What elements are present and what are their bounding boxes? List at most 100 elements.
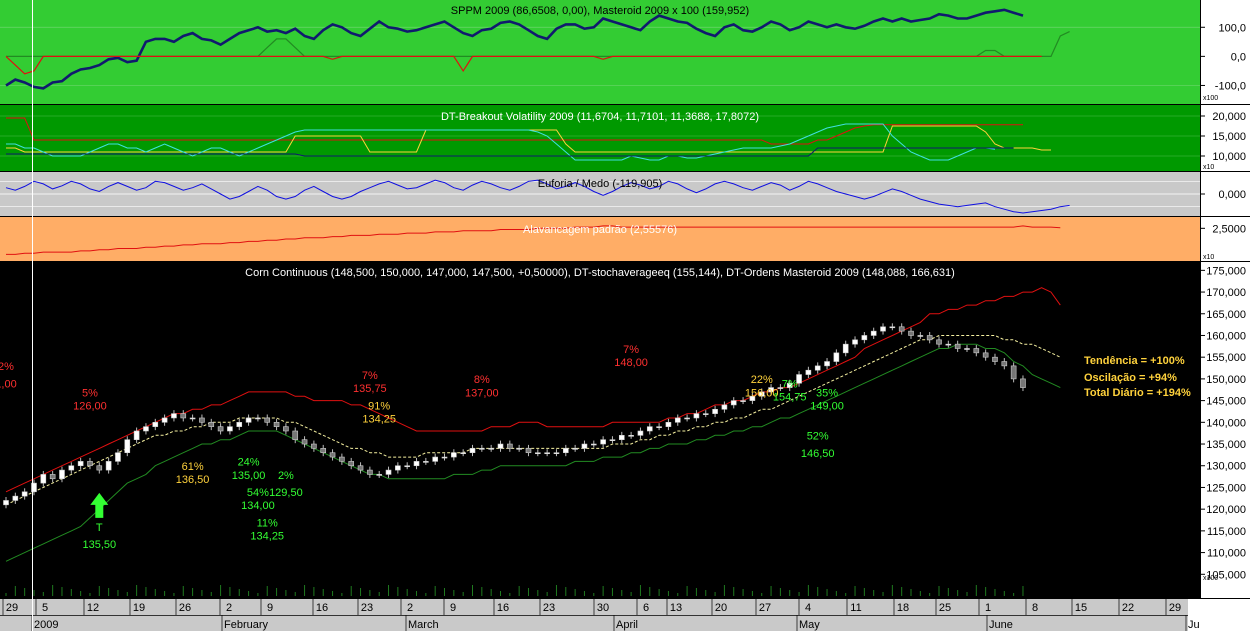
- candle-body: [665, 422, 672, 427]
- candle-body: [395, 465, 401, 471]
- y-tick-label: 175,000: [1206, 265, 1246, 277]
- trade-annotation: 8%: [474, 374, 490, 386]
- x-tick-label: 30: [597, 602, 609, 614]
- candle-body: [348, 461, 355, 467]
- candle-body: [255, 417, 261, 420]
- candle-body: [161, 417, 168, 423]
- trade-annotation: 146,50: [801, 448, 835, 460]
- y-tick-label: 160,000: [1206, 330, 1246, 342]
- leverage-multiplier: x10: [1203, 254, 1214, 261]
- x-tick-label: 15: [1075, 602, 1087, 614]
- month-label: Ju: [1188, 619, 1200, 631]
- chart-canvas: 2%1,005%126,007%135,758%137,007%148,0091…: [0, 0, 1250, 631]
- trade-annotation: 91%: [368, 400, 390, 412]
- candle-body: [273, 422, 280, 427]
- candle-body: [618, 435, 625, 440]
- volatility-title: DT-Breakout Volatility 2009 (11,6704, 11…: [441, 111, 759, 123]
- candle-body: [357, 465, 364, 471]
- trade-annotation: 135,75: [353, 383, 387, 395]
- month-label: April: [616, 619, 638, 631]
- candle-body: [59, 469, 65, 480]
- candle-body: [12, 495, 19, 501]
- candle-body: [926, 335, 933, 341]
- candle-body: [311, 443, 317, 449]
- x-tick-label: 5: [42, 602, 48, 614]
- candle-body: [516, 448, 522, 450]
- main-chart-title: Corn Continuous (148,500, 150,000, 147,0…: [245, 267, 955, 279]
- x-tick-label: 23: [361, 602, 373, 614]
- candle-body: [721, 404, 728, 410]
- y-tick-label: 20,000: [1212, 111, 1246, 123]
- x-tick-label: 25: [939, 602, 951, 614]
- candle-body: [404, 465, 410, 468]
- candle-body: [637, 430, 644, 436]
- candle-body: [525, 448, 532, 454]
- candle-body: [824, 361, 830, 367]
- trade-annotation: 52%: [807, 431, 829, 443]
- y-tick-label: 10,000: [1212, 151, 1246, 163]
- candle-body: [208, 422, 215, 427]
- candle-body: [105, 461, 112, 471]
- candle-body: [562, 448, 569, 454]
- x-tick-label: 13: [670, 602, 682, 614]
- candle-body: [115, 452, 121, 462]
- leverage-title: Alavancagem padrão (2,55576): [523, 224, 677, 236]
- candle-body: [702, 413, 709, 415]
- y-tick-label: 165,000: [1206, 309, 1246, 321]
- x-tick-label: 11: [850, 602, 861, 614]
- y-tick-label: 125,000: [1206, 482, 1246, 494]
- candle-body: [908, 330, 914, 336]
- candle-body: [49, 474, 56, 480]
- trade-annotation: 135,50: [82, 539, 116, 551]
- x-tick-label: 23: [543, 602, 555, 614]
- candle-body: [898, 326, 905, 332]
- trade-annotation: 2%: [278, 470, 294, 482]
- candle-body: [451, 452, 457, 458]
- candle-body: [367, 469, 373, 475]
- x-tick-label: 6: [643, 602, 649, 614]
- candle-body: [292, 430, 299, 440]
- candle-body: [833, 352, 840, 362]
- candle-body: [68, 465, 75, 471]
- trade-annotation: 35%: [816, 387, 838, 399]
- x-tick-label: 9: [450, 602, 456, 614]
- y-tick-label: 115,000: [1207, 526, 1246, 538]
- candle-body: [880, 326, 886, 332]
- trade-annotation: 61%: [182, 461, 204, 473]
- candle-body: [553, 452, 560, 455]
- candle-body: [1001, 361, 1008, 367]
- candle-body: [497, 443, 504, 449]
- oscillator-title: SPPM 2009 (86,6508, 0,00), Masteroid 200…: [451, 5, 749, 17]
- y-tick-label: 110,000: [1207, 548, 1246, 560]
- candle-body: [283, 426, 289, 432]
- candle-body: [87, 461, 93, 467]
- trade-annotation: 11%: [257, 518, 278, 530]
- x-tick-label: 22: [1122, 602, 1134, 614]
- candle-body: [842, 343, 849, 354]
- candle-body: [189, 417, 196, 420]
- candle-body: [964, 348, 970, 350]
- y-tick-label: 0,0: [1231, 51, 1246, 63]
- candle-body: [3, 500, 9, 506]
- candle-body: [609, 439, 616, 441]
- y-tick-label: 145,000: [1206, 396, 1246, 408]
- candle-body: [488, 448, 494, 450]
- candle-body: [982, 352, 989, 358]
- candle-body: [861, 335, 868, 341]
- candle-body: [805, 369, 812, 375]
- x-tick-label: 16: [497, 602, 509, 614]
- candle-body: [1020, 378, 1026, 388]
- candle-body: [600, 439, 606, 445]
- candle-body: [572, 448, 578, 450]
- candle-body: [581, 443, 588, 449]
- candle-body: [740, 400, 746, 402]
- trade-annotation: 7%: [782, 379, 798, 391]
- trade-annotation: 22%: [751, 374, 773, 386]
- candle-body: [954, 343, 961, 349]
- indicator-oscillation: Oscilação = +94%: [1084, 372, 1177, 384]
- candle-body: [945, 343, 952, 346]
- volatility-multiplier: x10: [1203, 164, 1214, 171]
- candle-body: [535, 452, 541, 455]
- candle-body: [460, 452, 466, 455]
- candle-body: [469, 448, 476, 454]
